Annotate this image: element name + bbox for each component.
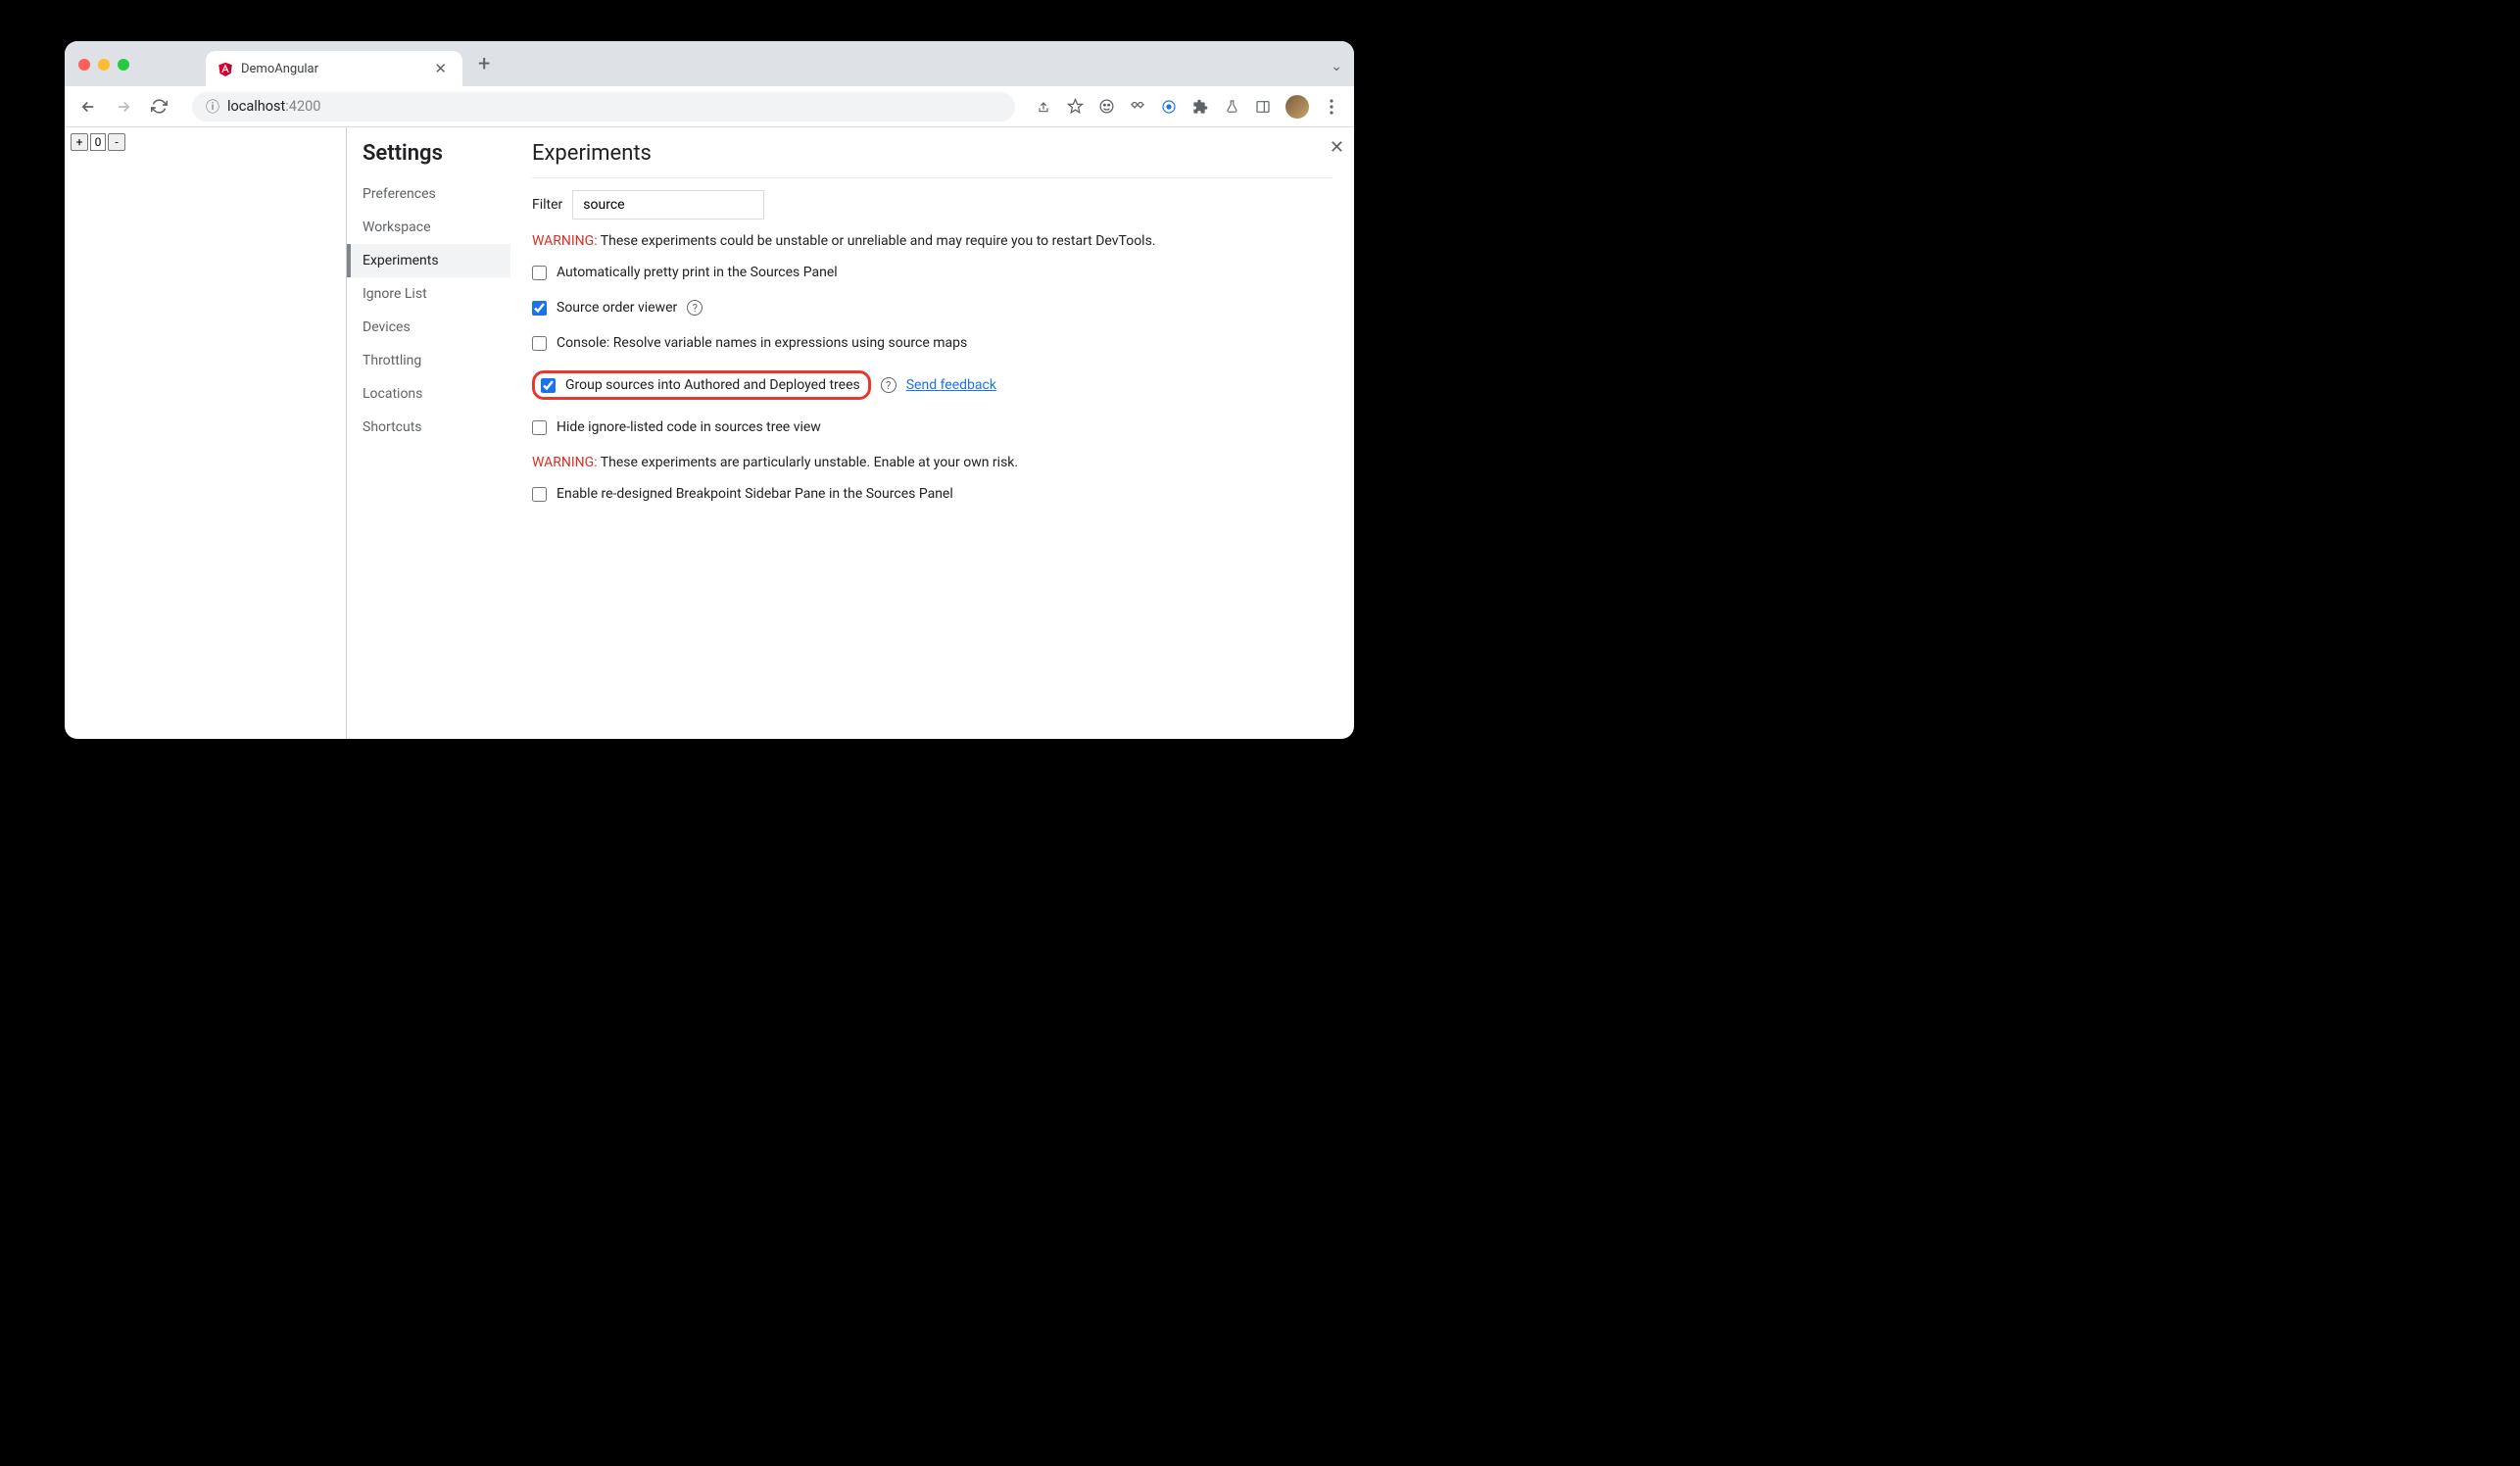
sidebar-item-locations[interactable]: Locations xyxy=(347,377,510,411)
experiment-hide-ignored: Hide ignore-listed code in sources tree … xyxy=(532,419,1333,435)
hide-ignored-checkbox[interactable] xyxy=(532,420,547,435)
browser-window: DemoAngular ✕ + ⌄ ⓘ localhost:4200 xyxy=(65,41,1354,739)
filter-label: Filter xyxy=(532,197,562,213)
breakpoint-sidebar-checkbox[interactable] xyxy=(532,487,547,502)
tab-title: DemoAngular xyxy=(241,62,422,76)
filter-row: Filter xyxy=(532,190,1333,220)
address-bar[interactable]: ⓘ localhost:4200 xyxy=(192,92,1015,122)
highlighted-experiment: Group sources into Authored and Deployed… xyxy=(532,370,871,400)
filter-input[interactable] xyxy=(572,190,764,220)
help-icon[interactable]: ? xyxy=(687,300,703,316)
close-icon[interactable]: ✕ xyxy=(1330,137,1344,158)
sidebar-item-throttling[interactable]: Throttling xyxy=(347,344,510,377)
sidebar-item-devices[interactable]: Devices xyxy=(347,311,510,344)
group-sources-checkbox[interactable] xyxy=(541,378,556,393)
toolbar-actions xyxy=(1035,95,1344,119)
new-tab-button[interactable]: + xyxy=(478,52,490,76)
increment-button[interactable]: + xyxy=(71,133,88,151)
experiment-label: Source order viewer xyxy=(557,300,677,316)
send-feedback-link[interactable]: Send feedback xyxy=(906,377,996,393)
tab-close-icon[interactable]: ✕ xyxy=(430,60,451,77)
url-text: localhost:4200 xyxy=(227,98,320,115)
panel-icon[interactable] xyxy=(1254,98,1272,116)
counter-input[interactable] xyxy=(90,133,106,151)
extension-icon-1[interactable] xyxy=(1097,98,1115,116)
help-icon[interactable]: ? xyxy=(881,377,897,393)
experiments-panel: Experiments Filter WARNING: These experi… xyxy=(510,127,1354,739)
warning-text-2: WARNING: These experiments are particula… xyxy=(532,455,1333,470)
experiment-group-sources-row: Group sources into Authored and Deployed… xyxy=(532,370,1333,400)
extensions-icon[interactable] xyxy=(1191,98,1209,116)
decrement-button[interactable]: - xyxy=(108,133,125,151)
sidebar-item-preferences[interactable]: Preferences xyxy=(347,177,510,211)
sidebar-item-experiments[interactable]: Experiments xyxy=(347,244,510,277)
sidebar-item-workspace[interactable]: Workspace xyxy=(347,211,510,244)
angular-icon xyxy=(218,61,233,76)
site-info-icon[interactable]: ⓘ xyxy=(206,97,219,117)
profile-avatar[interactable] xyxy=(1285,95,1309,119)
warning-text-1: WARNING: These experiments could be unst… xyxy=(532,233,1333,249)
back-button[interactable] xyxy=(74,93,102,121)
experiment-source-order: Source order viewer ? xyxy=(532,300,1333,316)
bookmark-icon[interactable] xyxy=(1066,98,1084,116)
experiment-pretty-print: Automatically pretty print in the Source… xyxy=(532,265,1333,280)
browser-toolbar: ⓘ localhost:4200 xyxy=(65,86,1354,127)
extension-icon-3[interactable] xyxy=(1160,98,1178,116)
devtools-settings: ✕ Settings Preferences Workspace Experim… xyxy=(347,127,1354,739)
sidebar-item-ignore-list[interactable]: Ignore List xyxy=(347,277,510,311)
forward-button[interactable] xyxy=(110,93,137,121)
experiment-breakpoint-sidebar: Enable re-designed Breakpoint Sidebar Pa… xyxy=(532,486,1333,502)
settings-heading: Settings xyxy=(347,141,510,166)
reload-button[interactable] xyxy=(145,93,172,121)
pretty-print-checkbox[interactable] xyxy=(532,266,547,280)
content-area: + - ✕ Settings Preferences Workspace Exp… xyxy=(65,127,1354,739)
experiment-label: Console: Resolve variable names in expre… xyxy=(557,335,967,351)
tabs-dropdown-icon[interactable]: ⌄ xyxy=(1331,59,1342,74)
sidebar-item-shortcuts[interactable]: Shortcuts xyxy=(347,411,510,444)
tab-strip: DemoAngular ✕ + ⌄ xyxy=(65,41,1354,86)
experiment-label: Enable re-designed Breakpoint Sidebar Pa… xyxy=(557,486,953,502)
experiment-label: Group sources into Authored and Deployed… xyxy=(565,377,860,393)
experiment-label: Automatically pretty print in the Source… xyxy=(557,265,838,280)
experiment-label: Hide ignore-listed code in sources tree … xyxy=(557,419,821,435)
menu-icon[interactable] xyxy=(1323,98,1340,116)
settings-sidebar: Settings Preferences Workspace Experimen… xyxy=(347,127,510,739)
share-icon[interactable] xyxy=(1035,98,1052,116)
browser-tab[interactable]: DemoAngular ✕ xyxy=(206,51,462,86)
extension-icon-2[interactable] xyxy=(1129,98,1146,116)
labs-icon[interactable] xyxy=(1223,98,1240,116)
console-sourcemaps-checkbox[interactable] xyxy=(532,336,547,351)
experiments-heading: Experiments xyxy=(532,141,1333,178)
experiment-console-sourcemaps: Console: Resolve variable names in expre… xyxy=(532,335,1333,351)
window-controls xyxy=(78,59,206,86)
source-order-checkbox[interactable] xyxy=(532,301,547,316)
window-minimize-button[interactable] xyxy=(98,59,110,71)
app-page: + - xyxy=(65,127,347,739)
window-maximize-button[interactable] xyxy=(118,59,129,71)
window-close-button[interactable] xyxy=(78,59,90,71)
